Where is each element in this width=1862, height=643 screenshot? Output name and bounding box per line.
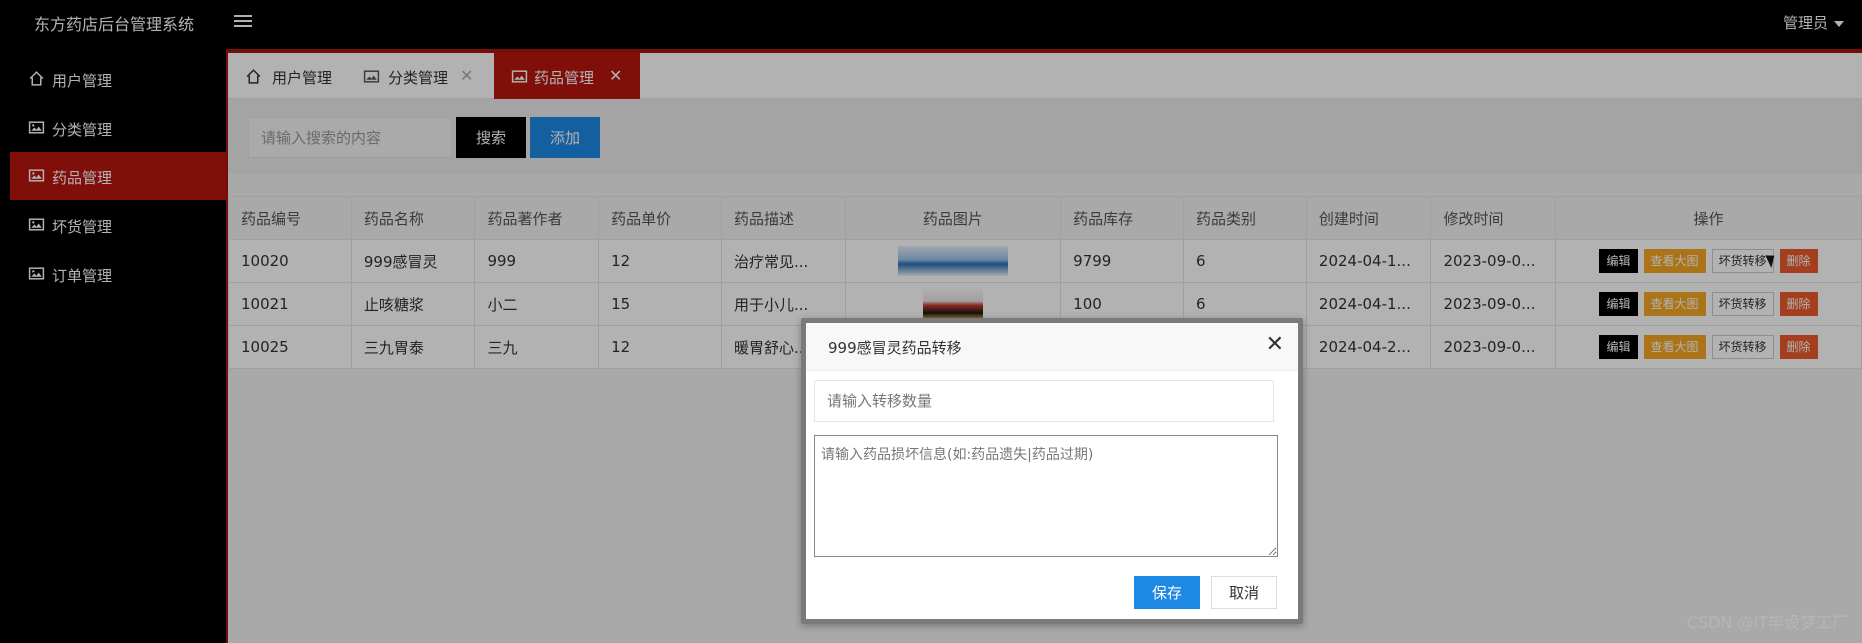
watermark: CSDN @IT毕设梦工厂 (1686, 613, 1848, 632)
transfer-dialog: 999感冒灵药品转移 ✕ 保存 取消 (801, 318, 1303, 624)
close-icon[interactable]: ✕ (1266, 333, 1284, 357)
dialog-title: 999感冒灵药品转移 (828, 339, 962, 357)
transfer-quantity-input[interactable] (814, 380, 1274, 422)
dialog-header: 999感冒灵药品转移 ✕ (806, 323, 1298, 371)
damage-info-textarea[interactable] (814, 435, 1278, 557)
save-button[interactable]: 保存 (1134, 576, 1200, 609)
cancel-button[interactable]: 取消 (1211, 576, 1277, 609)
app-root: 东方药店后台管理系统 管理员 用户管理 分类管理 药品管理 坏货管理 订单管理 (0, 0, 1862, 643)
